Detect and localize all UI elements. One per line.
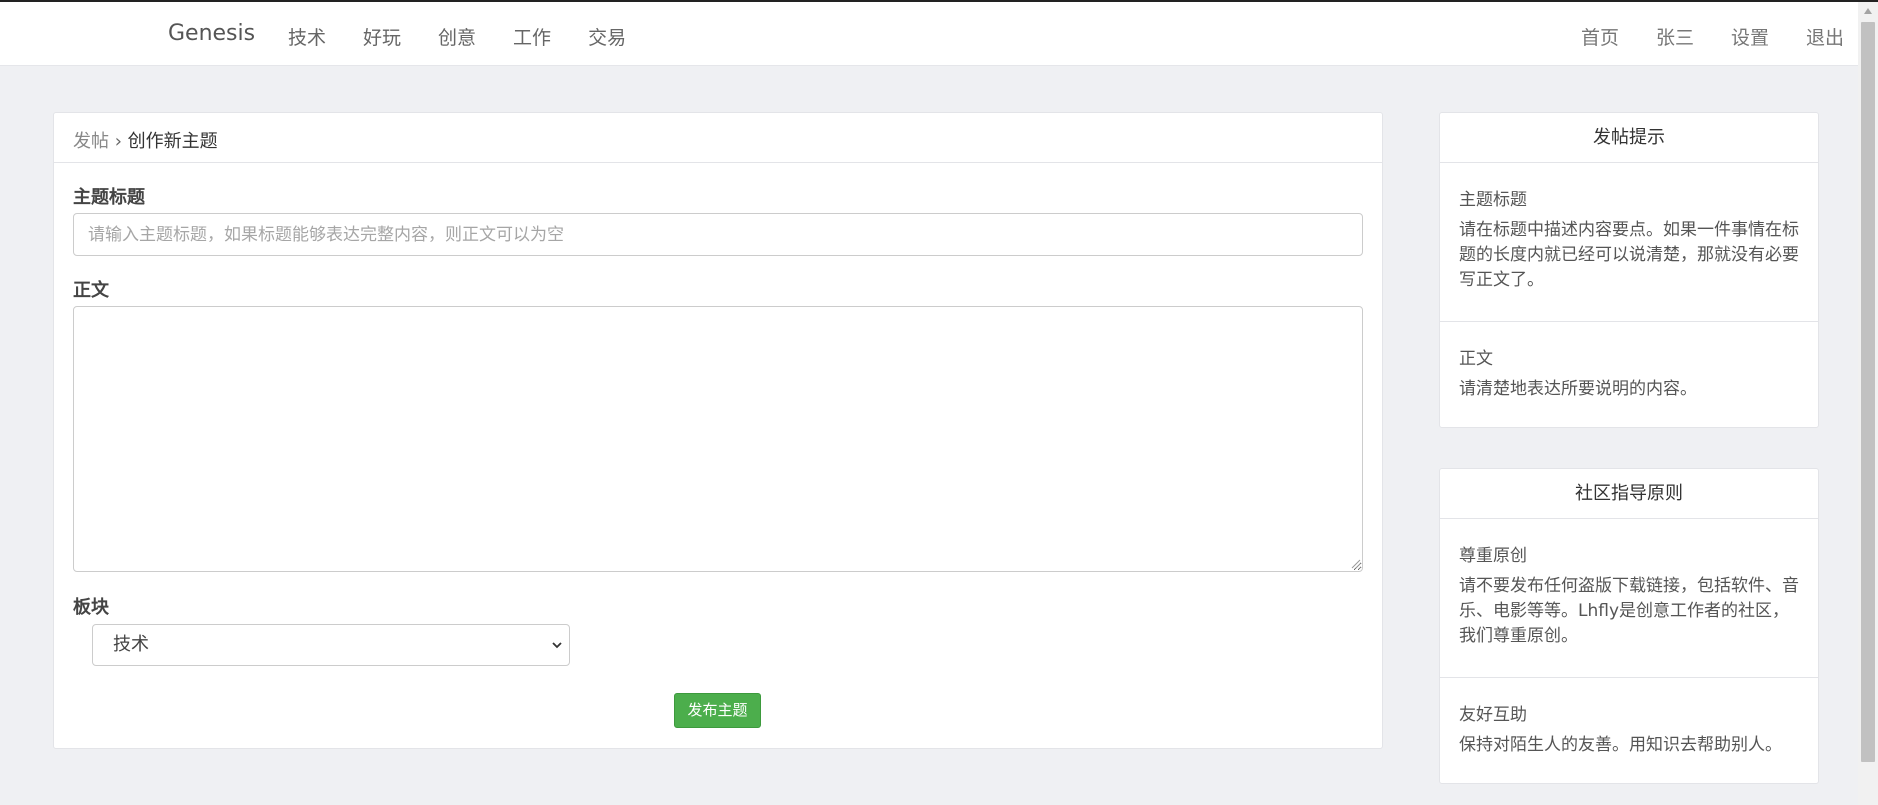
breadcrumb-current: 创作新主题	[127, 131, 218, 152]
guideline-section-originality: 尊重原创 请不要发布任何盗版下载链接，包括软件、音乐、电影等等。Lhfly是创意…	[1440, 519, 1818, 677]
vertical-scrollbar[interactable]	[1858, 2, 1878, 805]
nav-item-username[interactable]: 张三	[1656, 23, 1694, 50]
title-label: 主题标题	[73, 187, 145, 208]
nav-item-jobs[interactable]: 工作	[513, 23, 551, 50]
scrollbar-thumb[interactable]	[1861, 22, 1875, 762]
body-label: 正文	[73, 280, 109, 301]
posting-tips-card: 发帖提示 主题标题 请在标题中描述内容要点。如果一件事情在标题的长度内就已经可以…	[1439, 112, 1819, 428]
nav-item-logout[interactable]: 退出	[1806, 23, 1844, 50]
card-header: 发帖 › 创作新主题	[54, 113, 1382, 163]
title-input[interactable]	[73, 213, 1363, 256]
nav-item-trade[interactable]: 交易	[588, 23, 626, 50]
tip-text: 请在标题中描述内容要点。如果一件事情在标题的长度内就已经可以说清楚，那就没有必要…	[1459, 220, 1799, 290]
breadcrumb-separator: ›	[114, 131, 122, 152]
nav-user-menu: 首页 张三 设置 退出	[1544, 23, 1844, 50]
tip-text: 请清楚地表达所要说明的内容。	[1459, 379, 1697, 399]
nav-item-home[interactable]: 首页	[1581, 23, 1619, 50]
tip-heading: 主题标题	[1459, 190, 1527, 210]
navbar: Genesis 技术 好玩 创意 工作 交易 首页 张三 设置 退出	[0, 2, 1858, 66]
nav-categories: 技术 好玩 创意 工作 交易	[288, 23, 663, 50]
board-label: 板块	[73, 597, 109, 618]
nav-item-tech[interactable]: 技术	[288, 23, 326, 50]
guideline-section-friendly: 友好互助 保持对陌生人的友善。用知识去帮助别人。	[1440, 678, 1818, 758]
community-guidelines-title: 社区指导原则	[1440, 469, 1818, 519]
tip-heading: 正文	[1459, 349, 1493, 369]
scroll-up-arrow-icon[interactable]	[1864, 8, 1872, 14]
body-textarea[interactable]	[73, 306, 1363, 572]
tip-section-title: 主题标题 请在标题中描述内容要点。如果一件事情在标题的长度内就已经可以说清楚，那…	[1440, 163, 1818, 321]
guideline-text: 保持对陌生人的友善。用知识去帮助别人。	[1459, 735, 1782, 755]
posting-tips-title: 发帖提示	[1440, 113, 1818, 163]
board-select-value: 技术	[113, 634, 149, 655]
nav-item-settings[interactable]: 设置	[1731, 23, 1769, 50]
breadcrumb-parent-link[interactable]: 发帖	[73, 131, 109, 152]
resize-grip-icon[interactable]	[1351, 559, 1361, 569]
new-topic-card: 发帖 › 创作新主题 主题标题 正文 板块 技术 发布主题	[53, 112, 1383, 749]
board-select[interactable]: 技术	[92, 624, 570, 666]
breadcrumb: 发帖 › 创作新主题	[73, 127, 218, 153]
brand-logo[interactable]: Genesis	[168, 21, 255, 46]
tip-section-body: 正文 请清楚地表达所要说明的内容。	[1440, 322, 1818, 402]
chevron-down-icon	[552, 642, 562, 649]
guideline-heading: 尊重原创	[1459, 546, 1527, 566]
nav-item-creative[interactable]: 创意	[438, 23, 476, 50]
nav-item-fun[interactable]: 好玩	[363, 23, 401, 50]
community-guidelines-card: 社区指导原则 尊重原创 请不要发布任何盗版下载链接，包括软件、音乐、电影等等。L…	[1439, 468, 1819, 784]
guideline-text: 请不要发布任何盗版下载链接，包括软件、音乐、电影等等。Lhfly是创意工作者的社…	[1459, 576, 1799, 646]
guideline-heading: 友好互助	[1459, 705, 1527, 725]
publish-topic-button[interactable]: 发布主题	[674, 693, 761, 728]
